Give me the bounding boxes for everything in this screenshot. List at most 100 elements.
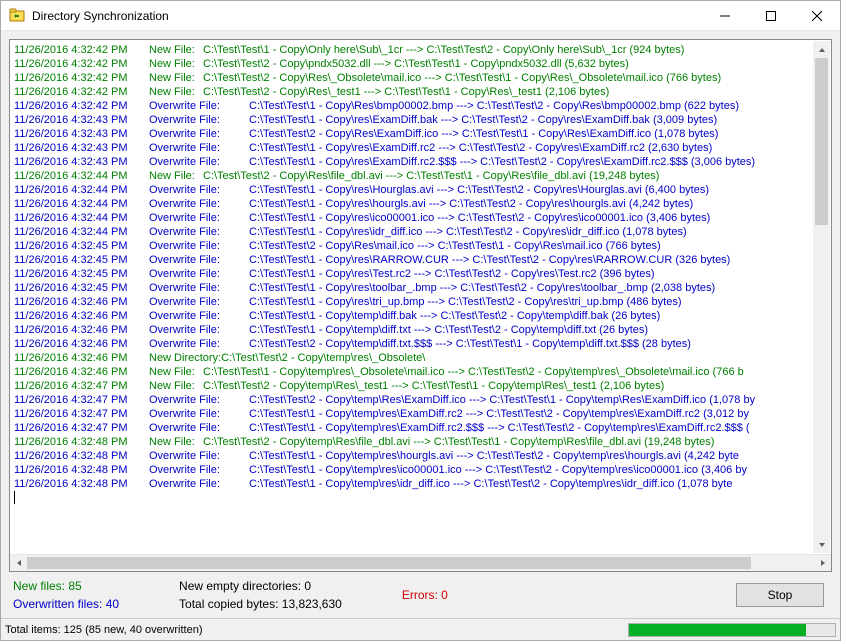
log-action: Overwrite File: xyxy=(149,337,249,351)
log-action: Overwrite File: xyxy=(149,211,249,225)
titlebar[interactable]: Directory Synchronization xyxy=(1,1,840,31)
log-action: Overwrite File: xyxy=(149,141,249,155)
log-timestamp: 11/26/2016 4:32:42 PM xyxy=(14,99,149,113)
scroll-left-icon[interactable] xyxy=(10,555,27,571)
log-message: C:\Test\Test\2 - Copy\temp\Res\file_dbl.… xyxy=(203,435,714,449)
log-timestamp: 11/26/2016 4:32:43 PM xyxy=(14,127,149,141)
log-row[interactable]: 11/26/2016 4:32:48 PMOverwrite File:C:\T… xyxy=(14,463,827,477)
scroll-up-icon[interactable] xyxy=(813,41,830,58)
log-row[interactable]: 11/26/2016 4:32:42 PMNew File:C:\Test\Te… xyxy=(14,43,827,57)
log-timestamp: 11/26/2016 4:32:46 PM xyxy=(14,351,149,365)
log-row[interactable]: 11/26/2016 4:32:47 PMOverwrite File:C:\T… xyxy=(14,393,827,407)
log-row[interactable]: 11/26/2016 4:32:44 PMOverwrite File:C:\T… xyxy=(14,197,827,211)
log-timestamp: 11/26/2016 4:32:44 PM xyxy=(14,169,149,183)
summary-panel: New files: 85 Overwritten files: 40 New … xyxy=(1,572,840,618)
log-row[interactable]: 11/26/2016 4:32:44 PMOverwrite File:C:\T… xyxy=(14,183,827,197)
log-row[interactable]: 11/26/2016 4:32:45 PMOverwrite File:C:\T… xyxy=(14,281,827,295)
log-row[interactable]: 11/26/2016 4:32:46 PMOverwrite File:C:\T… xyxy=(14,309,827,323)
log-message: C:\Test\Test\1 - Copy\res\Hourglas.avi -… xyxy=(249,183,709,197)
log-row[interactable]: 11/26/2016 4:32:45 PMOverwrite File:C:\T… xyxy=(14,239,827,253)
total-bytes-count: Total copied bytes: 13,823,630 xyxy=(179,597,342,611)
log-row[interactable]: 11/26/2016 4:32:45 PMOverwrite File:C:\T… xyxy=(14,267,827,281)
log-action: Overwrite File: xyxy=(149,463,249,477)
log-message: C:\Test\Test\1 - Copy\res\idr_diff.ico -… xyxy=(249,225,687,239)
log-row[interactable]: 11/26/2016 4:32:43 PMOverwrite File:C:\T… xyxy=(14,127,827,141)
scroll-track[interactable] xyxy=(813,58,830,536)
log-timestamp: 11/26/2016 4:32:44 PM xyxy=(14,211,149,225)
minimize-button[interactable] xyxy=(702,1,748,30)
log-action: Overwrite File: xyxy=(149,393,249,407)
window-buttons xyxy=(702,1,840,30)
log-message: C:\Test\Test\1 - Copy\Only here\Sub\_1cr… xyxy=(203,43,684,57)
maximize-button[interactable] xyxy=(748,1,794,30)
log-row[interactable]: 11/26/2016 4:32:42 PMNew File:C:\Test\Te… xyxy=(14,57,827,71)
overwritten-files-count: Overwritten files: 40 xyxy=(13,597,119,611)
log-row[interactable]: 11/26/2016 4:32:48 PMNew File:C:\Test\Te… xyxy=(14,435,827,449)
log-timestamp: 11/26/2016 4:32:46 PM xyxy=(14,337,149,351)
log-row[interactable]: 11/26/2016 4:32:43 PMOverwrite File:C:\T… xyxy=(14,141,827,155)
log-message: C:\Test\Test\1 - Copy\temp\res\idr_diff.… xyxy=(249,477,732,491)
log-message: C:\Test\Test\2 - Copy\temp\Res\_test1 --… xyxy=(203,379,664,393)
log-message: C:\Test\Test\2 - Copy\Res\_test1 ---> C:… xyxy=(203,85,609,99)
log-message: C:\Test\Test\1 - Copy\temp\res\ExamDiff.… xyxy=(249,421,750,435)
log-message: C:\Test\Test\2 - Copy\Res\mail.ico ---> … xyxy=(249,239,661,253)
log-row[interactable]: 11/26/2016 4:32:47 PMOverwrite File:C:\T… xyxy=(14,421,827,435)
log-row[interactable]: 11/26/2016 4:32:47 PMNew File:C:\Test\Te… xyxy=(14,379,827,393)
log-action: New File: xyxy=(149,379,203,393)
progress-bar xyxy=(628,623,836,637)
log-timestamp: 11/26/2016 4:32:43 PM xyxy=(14,155,149,169)
log-message: C:\Test\Test\2 - Copy\Res\_Obsolete\mail… xyxy=(203,71,721,85)
errors-count: Errors: 0 xyxy=(402,588,448,602)
status-bar: Total items: 125 (85 new, 40 overwritten… xyxy=(1,618,840,640)
log-row[interactable]: 11/26/2016 4:32:46 PMOverwrite File:C:\T… xyxy=(14,295,827,309)
horizontal-scrollbar[interactable] xyxy=(10,554,831,571)
scroll-track-h[interactable] xyxy=(27,555,814,571)
log-timestamp: 11/26/2016 4:32:43 PM xyxy=(14,113,149,127)
log-action: New File: xyxy=(149,85,203,99)
scroll-thumb-h[interactable] xyxy=(27,557,751,569)
log-timestamp: 11/26/2016 4:32:46 PM xyxy=(14,295,149,309)
log-row[interactable]: 11/26/2016 4:32:46 PMNew Directory:C:\Te… xyxy=(14,351,827,365)
log-timestamp: 11/26/2016 4:32:45 PM xyxy=(14,239,149,253)
log-row[interactable]: 11/26/2016 4:32:46 PMOverwrite File:C:\T… xyxy=(14,323,827,337)
log-row[interactable]: 11/26/2016 4:32:46 PMNew File:C:\Test\Te… xyxy=(14,365,827,379)
log-row[interactable]: 11/26/2016 4:32:42 PMOverwrite File:C:\T… xyxy=(14,99,827,113)
log-row[interactable]: 11/26/2016 4:32:42 PMNew File:C:\Test\Te… xyxy=(14,71,827,85)
log-message: C:\Test\Test\1 - Copy\res\hourgls.avi --… xyxy=(249,197,693,211)
log-row[interactable]: 11/26/2016 4:32:43 PMOverwrite File:C:\T… xyxy=(14,113,827,127)
log-list[interactable]: 11/26/2016 4:32:42 PMNew File:C:\Test\Te… xyxy=(10,40,831,554)
stop-button-label: Stop xyxy=(768,588,793,602)
scroll-down-icon[interactable] xyxy=(813,536,830,553)
log-action: Overwrite File: xyxy=(149,239,249,253)
log-row[interactable]: 11/26/2016 4:32:44 PMOverwrite File:C:\T… xyxy=(14,225,827,239)
log-row[interactable]: 11/26/2016 4:32:44 PMNew File:C:\Test\Te… xyxy=(14,169,827,183)
log-row[interactable]: 11/26/2016 4:32:43 PMOverwrite File:C:\T… xyxy=(14,155,827,169)
log-timestamp: 11/26/2016 4:32:44 PM xyxy=(14,197,149,211)
log-row[interactable]: 11/26/2016 4:32:48 PMOverwrite File:C:\T… xyxy=(14,477,827,491)
log-message: C:\Test\Test\1 - Copy\res\ExamDiff.rc2.$… xyxy=(249,155,755,169)
log-message: C:\Test\Test\2 - Copy\pndx5032.dll ---> … xyxy=(203,57,629,71)
log-action: New File: xyxy=(149,435,203,449)
log-action: New File: xyxy=(149,169,203,183)
log-row[interactable]: 11/26/2016 4:32:48 PMOverwrite File:C:\T… xyxy=(14,449,827,463)
log-row[interactable]: 11/26/2016 4:32:42 PMNew File:C:\Test\Te… xyxy=(14,85,827,99)
progress-fill xyxy=(629,624,806,636)
scroll-right-icon[interactable] xyxy=(814,555,831,571)
log-message: C:\Test\Test\1 - Copy\res\Test.rc2 ---> … xyxy=(249,267,655,281)
log-action: New File: xyxy=(149,365,203,379)
status-text: Total items: 125 (85 new, 40 overwritten… xyxy=(3,624,202,636)
log-timestamp: 11/26/2016 4:32:45 PM xyxy=(14,281,149,295)
log-row[interactable]: 11/26/2016 4:32:47 PMOverwrite File:C:\T… xyxy=(14,407,827,421)
close-button[interactable] xyxy=(794,1,840,30)
log-action: Overwrite File: xyxy=(149,253,249,267)
log-timestamp: 11/26/2016 4:32:46 PM xyxy=(14,309,149,323)
log-action: New File: xyxy=(149,57,203,71)
log-action: Overwrite File: xyxy=(149,407,249,421)
scroll-thumb[interactable] xyxy=(815,58,828,225)
vertical-scrollbar[interactable] xyxy=(813,41,830,553)
log-row[interactable]: 11/26/2016 4:32:46 PMOverwrite File:C:\T… xyxy=(14,337,827,351)
stop-button[interactable]: Stop xyxy=(736,583,824,607)
log-message: C:\Test\Test\1 - Copy\res\toolbar_.bmp -… xyxy=(249,281,715,295)
log-row[interactable]: 11/26/2016 4:32:45 PMOverwrite File:C:\T… xyxy=(14,253,827,267)
log-row[interactable]: 11/26/2016 4:32:44 PMOverwrite File:C:\T… xyxy=(14,211,827,225)
